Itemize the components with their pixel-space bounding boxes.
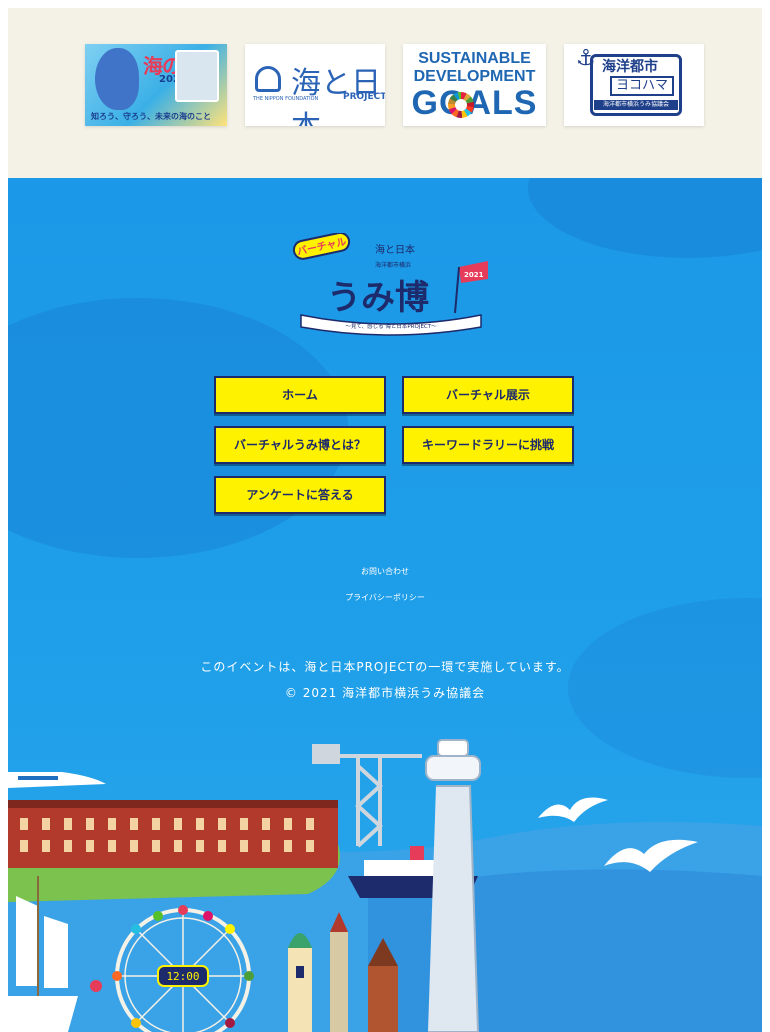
contact-link[interactable]: お問い合わせ [8, 566, 762, 577]
home-button[interactable]: ホーム [214, 376, 386, 414]
yokohama-harbor-illustration: 12:00 [8, 739, 762, 1032]
yokohama-banner[interactable]: ⚓ 海洋都市 ヨコハマ 海洋都市横浜うみ協議会 [564, 44, 704, 126]
yokohama-line2: ヨコハマ [610, 76, 675, 96]
sdgs-line1: SUSTAINABLE [418, 50, 531, 67]
prefectural-office-tower-icon [330, 912, 348, 1032]
yokohama-line1: 海洋都市 [602, 59, 658, 75]
ocean-background: バーチャル 海と日本 海洋都市横浜 うみ博 2021 〜見て、感じる 海と日本P… [8, 178, 762, 1032]
privacy-policy-link[interactable]: プライバシーポリシー [8, 592, 762, 603]
wave-figure-icon [95, 48, 139, 110]
project-text: PROJECT [343, 92, 385, 102]
customs-tower-icon [288, 933, 312, 1032]
anchor-icon: ⚓ [576, 46, 596, 71]
ferris-wheel-clock: 12:00 [166, 970, 199, 983]
umi-no-hi-banner[interactable]: 海の日 2021 知ろう、守ろう、未来の海のこと [85, 44, 227, 126]
logo-project-mark: 海と日本 [375, 243, 415, 256]
yokohama-line3: 海洋都市横浜うみ協議会 [594, 100, 678, 110]
children-photo [175, 50, 219, 102]
seagull-icon [538, 797, 608, 822]
virtual-exhibit-button[interactable]: バーチャル展示 [402, 376, 574, 414]
marine-tower-icon [425, 739, 481, 1032]
survey-button[interactable]: アンケートに答える [214, 476, 386, 514]
logo-organizer: 海洋都市横浜 [375, 261, 411, 269]
nippon-foundation-banner[interactable]: THE NIPPON FOUNDATION 海と日本 PROJECT [245, 44, 385, 126]
sdgs-goals: GOALS [411, 84, 538, 122]
sponsor-strip: 海の日 2021 知ろう、守ろう、未来の海のこと THE NIPPON FOUN… [8, 8, 762, 178]
nippon-foundation-logo-icon [255, 66, 281, 92]
umi-no-hi-caption: 知ろう、守ろう、未来の海のこと [91, 112, 211, 121]
uminohaku-logo[interactable]: バーチャル 海と日本 海洋都市横浜 うみ博 2021 〜見て、感じる 海と日本P… [283, 233, 498, 338]
sdgs-wheel-icon [448, 92, 474, 118]
event-notice: このイベントは、海と日本PROJECTの一環で実施しています。 [200, 660, 570, 674]
logo-year: 2021 [464, 271, 484, 279]
sdgs-banner[interactable]: SUSTAINABLE DEVELOPMENT GOALS [403, 44, 546, 126]
logo-ribbon-text: 〜見て、感じる 海と日本PROJECT〜 [345, 322, 437, 330]
copyright: © 2021 海洋都市横浜うみ協議会 [284, 686, 486, 700]
red-brick-warehouse-icon [8, 800, 338, 868]
sea-shade [528, 178, 762, 258]
sdgs-heading: SUSTAINABLE DEVELOPMENT [403, 50, 546, 86]
logo-title: うみ博 [327, 278, 429, 318]
page: 海の日 2021 知ろう、守ろう、未来の海のこと THE NIPPON FOUN… [8, 8, 762, 1032]
about-button[interactable]: バーチャルうみ博とは？ [214, 426, 386, 464]
ferry-icon [8, 772, 106, 788]
keyword-rally-button[interactable]: キーワードラリーに挑戦 [402, 426, 574, 464]
